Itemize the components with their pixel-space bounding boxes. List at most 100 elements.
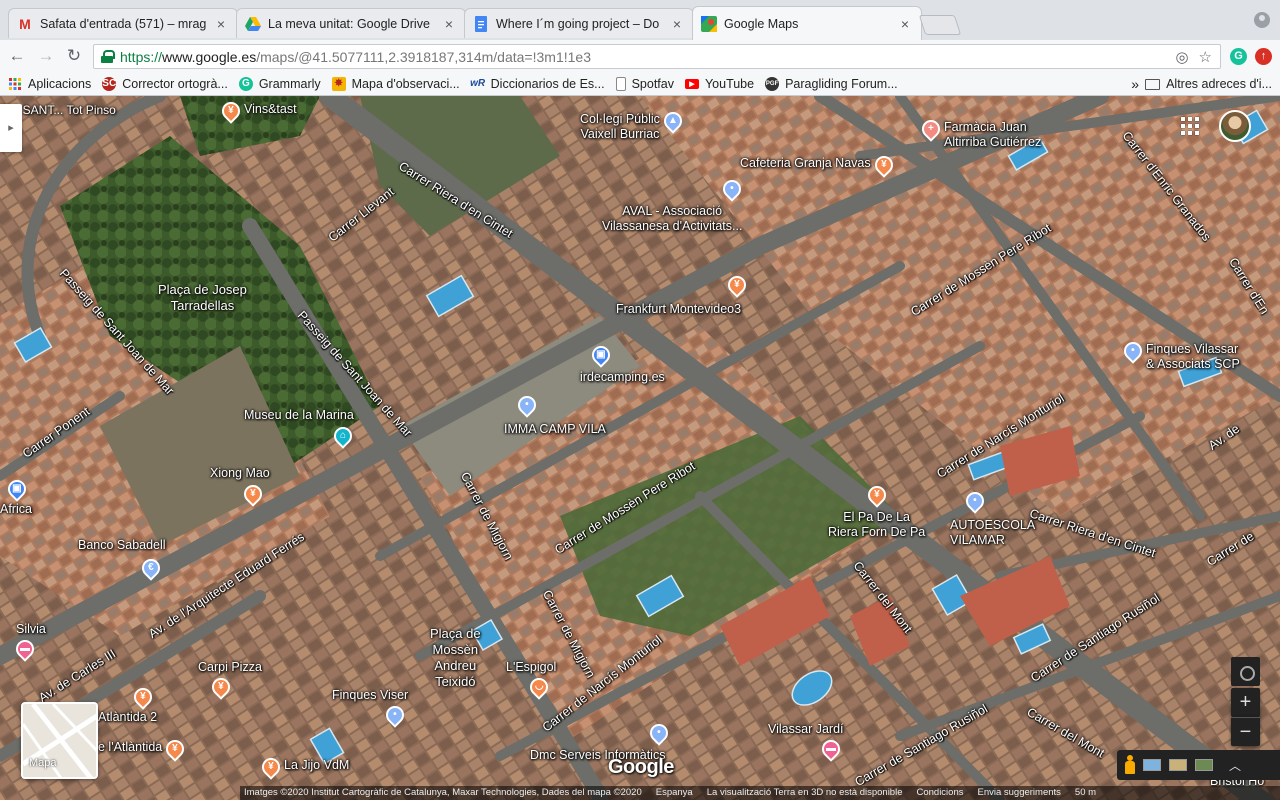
page-icon <box>615 76 626 91</box>
grammarly-extension-icon[interactable]: G <box>1230 48 1247 65</box>
tab-strip: M Safata d'entrada (571) – mrag × La mev… <box>0 0 1280 42</box>
poi-vilassar-jardi[interactable]: Vilassar Jardí ▬ <box>768 722 844 762</box>
poi-finques-viser[interactable]: Finques Viser • <box>332 688 408 728</box>
bookmark-spotfav[interactable]: Spotfav <box>615 76 674 91</box>
bookmark-youtube[interactable]: ▶ YouTube <box>684 76 755 91</box>
profile-icon[interactable] <box>1254 12 1270 28</box>
terrain-thumbnail-icon[interactable] <box>1195 759 1213 771</box>
bookmark-paragliding-forum[interactable]: PGF Paragliding Forum... <box>765 76 898 91</box>
tab-google-maps[interactable]: Google Maps × <box>692 6 922 40</box>
tab-gmail[interactable]: M Safata d'entrada (571) – mrag × <box>8 8 238 38</box>
bookmark-label: Grammarly <box>258 76 321 91</box>
gmail-icon: M <box>19 15 31 32</box>
tab-docs[interactable]: Where I´m going project – Do × <box>464 8 694 38</box>
bank-euro-icon: € <box>138 555 164 581</box>
place-pin-icon: • <box>514 392 540 418</box>
satellite-map[interactable]: Plaça de Josep Tarradellas Plaça de Moss… <box>0 96 1280 800</box>
tab-drive[interactable]: La meva unitat: Google Drive × <box>236 8 466 38</box>
reload-icon[interactable]: ↻ <box>63 45 85 67</box>
grammarly-icon: G <box>238 76 253 91</box>
poi-atlantida[interactable]: e l'Atlàntida ¥ <box>98 736 188 762</box>
zoom-controls: + − <box>1231 688 1260 746</box>
chevron-up-icon[interactable]: ︿ <box>1229 757 1241 774</box>
bookmark-mapa-observacio[interactable]: ✸ Mapa d'observaci... <box>331 76 460 91</box>
poi-irdecamping[interactable]: ▣ irdecamping.es <box>580 342 665 385</box>
drive-icon <box>245 16 261 32</box>
map-footer: Imatges ©2020 Institut Cartogràfic de Ca… <box>240 786 1280 800</box>
poi-museu-de-la-marina[interactable]: Museu de la Marina ⌂ <box>244 408 356 449</box>
map-layer-switcher[interactable]: Mapa <box>21 702 98 779</box>
close-icon[interactable]: × <box>897 16 913 32</box>
terms-link[interactable]: Condicions <box>916 786 963 800</box>
new-tab-button[interactable] <box>918 15 962 35</box>
bookmark-grammarly[interactable]: G Grammarly <box>238 76 321 91</box>
poi-imma-camp-vila[interactable]: • IMMA CAMP VILA <box>504 392 606 437</box>
bookmark-diccionarios[interactable]: wR Diccionarios de Es... <box>470 77 604 91</box>
poi-finques-vilassar[interactable]: • Finques Vilassar & Associats SCP <box>1120 338 1240 372</box>
bookmarks-bar: Aplicacions SC Corrector ortogrà... G Gr… <box>0 72 1280 96</box>
poi-frankfurt-montevideo3[interactable]: ¥ Frankfurt Montevideo3 <box>616 272 750 317</box>
other-bookmarks-folder[interactable]: Altres adreces d'i... <box>1166 77 1272 91</box>
bookmark-corrector[interactable]: SC Corrector ortogrà... <box>102 76 228 91</box>
poi-vins-tast[interactable]: ¥ Vins&tast <box>218 98 297 124</box>
side-panel-toggle[interactable]: ▸ <box>0 104 22 152</box>
poi-l-espigol[interactable]: L'Espigol ◡ <box>506 660 556 700</box>
poi-banco-sabadell[interactable]: Banco Sabadell € <box>78 538 166 581</box>
tab-title: Where I´m going project – Do <box>496 16 660 31</box>
place-pin-icon: • <box>1120 338 1146 364</box>
bookmark-label: Mapa d'observaci... <box>351 76 460 91</box>
poi-la-jijo-vdm[interactable]: ¥ La Jijo VdM <box>258 754 349 780</box>
bookmark-label: Spotfav <box>631 76 674 91</box>
poi-xiong-mao[interactable]: Xiong Mao ¥ <box>210 466 270 507</box>
google-apps-icon[interactable] <box>1181 117 1199 135</box>
bookmark-label: Paragliding Forum... <box>785 76 898 91</box>
address-bar[interactable]: https://www.google.es/maps/@41.5077111,2… <box>93 44 1221 69</box>
url-text: https://www.google.es/maps/@41.5077111,2… <box>120 49 591 65</box>
poi-el-pa-de-la-riera[interactable]: ¥ El Pa De La Riera Forn De Pa <box>828 482 925 540</box>
url-path: /maps/@41.5077111,2.3918187,314m/data=!3… <box>256 48 591 65</box>
poi-col-legi-vaixell-burriac[interactable]: Col·legi Públic Vaixell Burriac ▲ <box>580 108 686 142</box>
location-target-icon[interactable]: ◎ <box>1175 48 1188 66</box>
back-arrow-icon[interactable]: ← <box>6 45 28 67</box>
poi-africa[interactable]: ▣ Africa <box>0 476 32 517</box>
close-icon[interactable]: × <box>213 16 229 32</box>
close-icon[interactable]: × <box>441 16 457 32</box>
zoom-out-button[interactable]: − <box>1231 717 1260 746</box>
3d-unavailable-notice: La visualització Terra en 3D no està dis… <box>706 787 903 798</box>
poi-aval[interactable]: • AVAL - Associació Vilassanesa d'Activi… <box>602 176 745 234</box>
docs-icon <box>473 15 489 32</box>
imagery-attribution: Imatges ©2020 Institut Cartogràfic de Ca… <box>244 787 642 798</box>
pegman-icon[interactable] <box>1125 755 1135 775</box>
apps-grid-icon <box>8 77 22 91</box>
street-view-bar: ︿ <box>1117 750 1280 780</box>
school-icon: ▲ <box>660 108 686 134</box>
feedback-link[interactable]: Envia suggeriments <box>977 786 1060 800</box>
account-avatar[interactable] <box>1219 110 1251 142</box>
shopping-bag-icon: ▣ <box>588 342 614 368</box>
zoom-in-button[interactable]: + <box>1231 688 1260 717</box>
bookmark-label: Aplicacions <box>28 76 92 91</box>
bookmarks-overflow-button[interactable]: » <box>1131 76 1139 92</box>
bookmark-star-icon[interactable]: ☆ <box>1199 48 1212 66</box>
folder-icon <box>1145 78 1161 90</box>
poi-farmacia[interactable]: + Farmàcia Juan Altirriba Gutiérrez <box>918 116 1041 150</box>
bookmark-label: Corrector ortogrà... <box>122 76 228 91</box>
sky-thumbnail-icon[interactable] <box>1143 759 1161 771</box>
bookmark-aplicacions[interactable]: Aplicacions <box>8 77 91 91</box>
poi-cafeteria-granja-navas[interactable]: Cafeteria Granja Navas ¥ <box>740 152 897 178</box>
poi-atlantida-2[interactable]: ¥ Atlàntida 2 <box>98 684 157 725</box>
place-label[interactable]: Plaça de Josep Tarradellas <box>158 282 247 314</box>
bookmark-label: YouTube <box>704 76 755 91</box>
extension-upload-icon[interactable]: ↑ <box>1255 48 1272 65</box>
poi-carpi-pizza[interactable]: Carpi Pizza ¥ <box>198 660 262 700</box>
restaurant-icon: ¥ <box>218 98 244 124</box>
scale-label[interactable]: 50 m <box>1075 786 1096 800</box>
poi-autoescola-vilamar[interactable]: • AUTOESCOLA VILAMAR <box>950 488 1035 548</box>
poi-silvia[interactable]: Silvia ▬ <box>12 622 46 662</box>
place-label[interactable]: Plaça de Mossèn Andreu Teixidó <box>430 626 481 690</box>
my-location-button[interactable] <box>1231 657 1260 686</box>
forward-arrow-icon[interactable]: → <box>35 45 57 67</box>
country-link[interactable]: Espanya <box>656 786 693 800</box>
close-icon[interactable]: × <box>669 16 685 32</box>
photo-thumbnail-icon[interactable] <box>1169 759 1187 771</box>
